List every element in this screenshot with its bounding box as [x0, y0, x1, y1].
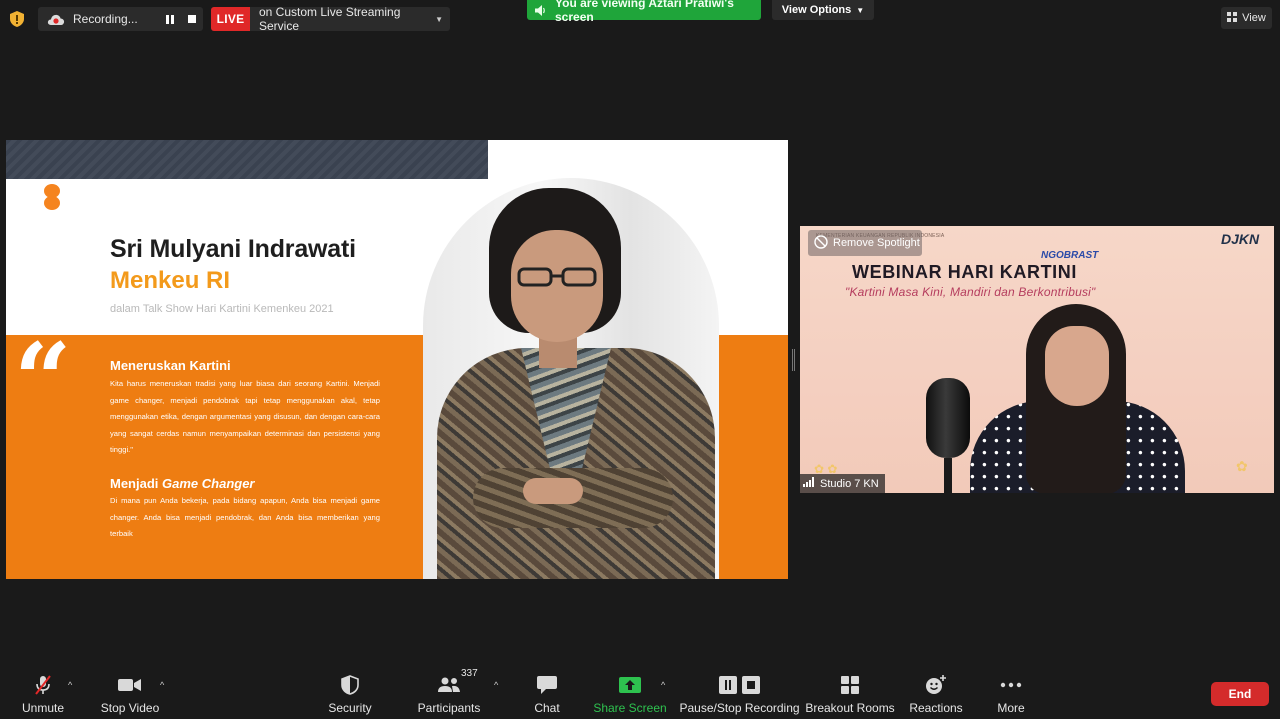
live-stream-indicator[interactable]: LIVE on Custom Live Streaming Service ▼ — [211, 7, 450, 31]
reactions-label: Reactions — [909, 701, 963, 715]
speaker-portrait — [423, 178, 719, 579]
viewing-screen-text: You are viewing Aztari Pratiwi's screen — [555, 0, 734, 24]
participant-name: Studio 7 KN — [820, 477, 879, 490]
participants-button[interactable]: 337 Participants — [416, 668, 482, 716]
breakout-rooms-icon — [841, 672, 859, 698]
view-options-button[interactable]: View Options ▼ — [772, 0, 874, 20]
speaker-role: Menkeu RI — [110, 267, 231, 294]
participants-options-caret[interactable]: ^ — [494, 680, 498, 690]
unmute-label: Unmute — [21, 701, 65, 715]
chevron-down-icon: ▼ — [856, 5, 865, 15]
remove-spotlight-button[interactable]: Remove Spotlight — [808, 230, 922, 256]
section-text-game-changer: Di mana pun Anda bekerja, pada bidang ap… — [110, 496, 380, 538]
slide-header-strip — [6, 140, 488, 179]
webinar-subtitle: "Kartini Masa Kini, Mandiri dan Berkontr… — [845, 285, 1096, 299]
muted-microphone-icon — [33, 672, 53, 698]
more-label: More — [997, 701, 1025, 715]
breakout-rooms-button[interactable]: Breakout Rooms — [805, 672, 895, 716]
recording-indicator: Recording... — [38, 7, 203, 31]
decorative-flower-icon: ✿ — [1236, 458, 1248, 474]
participant-name-tag: Studio 7 KN — [800, 474, 885, 493]
grid-view-icon — [1227, 11, 1238, 25]
quote-mark-icon: “ — [14, 321, 72, 439]
share-screen-button[interactable]: Share Screen — [593, 672, 667, 716]
stop-video-button[interactable]: Stop Video — [98, 672, 162, 716]
live-service-label: on Custom Live Streaming Service — [259, 7, 401, 31]
stop-recording-button[interactable] — [181, 9, 203, 29]
shield-icon — [341, 672, 359, 698]
live-badge: LIVE — [211, 7, 250, 31]
audio-options-caret[interactable]: ^ — [68, 680, 72, 690]
webinar-title: WEBINAR HARI KARTINI — [852, 262, 1077, 282]
pause-stop-recording-button[interactable]: Pause/Stop Recording — [679, 672, 800, 716]
encryption-shield-icon[interactable] — [6, 8, 28, 30]
participants-icon: 337 — [437, 668, 478, 698]
shared-screen-slide: Sri Mulyani Indrawati Menkeu RI dalam Ta… — [6, 140, 788, 579]
section-title-game-changer: Menjadi Game Changer — [110, 476, 255, 491]
section-text-kartini: Kita harus meneruskan tradisi yang luar … — [110, 379, 380, 454]
share-screen-label: Share Screen — [593, 701, 667, 715]
participants-label: Participants — [417, 701, 481, 715]
event-context: dalam Talk Show Hari Kartini Kemenkeu 20… — [110, 303, 334, 315]
host-face — [1045, 326, 1109, 406]
security-button[interactable]: Security — [325, 672, 375, 716]
chat-label: Chat — [534, 701, 560, 715]
section-title-emphasis: Game Changer — [162, 476, 255, 491]
view-options-label: View Options — [781, 4, 852, 16]
live-stream-service[interactable]: on Custom Live Streaming Service ▼ — [250, 7, 450, 31]
video-camera-icon — [118, 672, 142, 698]
more-button[interactable]: More — [991, 672, 1031, 716]
pause-recording-button[interactable] — [159, 9, 181, 29]
view-button[interactable]: View — [1221, 7, 1272, 29]
unmute-button[interactable]: Unmute — [18, 672, 68, 716]
smiley-icon — [925, 672, 947, 698]
section-title-prefix: Menjadi — [110, 476, 163, 491]
section-title-kartini: Meneruskan Kartini — [110, 358, 231, 373]
decorative-dots-icon — [44, 184, 60, 210]
speaker-name: Sri Mulyani Indrawati — [110, 235, 356, 263]
share-screen-icon — [619, 672, 641, 698]
end-meeting-button[interactable]: End — [1211, 682, 1269, 706]
chat-button[interactable]: Chat — [525, 672, 569, 716]
recording-label: Recording... — [73, 12, 138, 26]
ngobrast-label: NGOBRAST — [1041, 250, 1099, 261]
cloud-recording-icon — [47, 12, 65, 26]
security-label: Security — [328, 701, 372, 715]
pause-stop-recording-label: Pause/Stop Recording — [679, 701, 800, 715]
chat-bubble-icon — [537, 672, 557, 698]
breakout-rooms-label: Breakout Rooms — [805, 701, 895, 715]
microphone-icon — [926, 378, 972, 493]
remove-spotlight-label: Remove Spotlight — [833, 237, 920, 249]
more-dots-icon — [1000, 672, 1022, 698]
view-label: View — [1242, 12, 1266, 24]
panel-resize-handle[interactable] — [792, 349, 795, 371]
pause-stop-recording-icon — [718, 672, 762, 698]
spotlight-video-tile[interactable]: KEMENTERIAN KEUANGAN REPUBLIK INDONESIA … — [800, 226, 1274, 493]
participants-count: 337 — [461, 668, 478, 679]
speaker-icon — [535, 4, 547, 16]
reactions-button[interactable]: Reactions — [909, 672, 963, 716]
viewing-screen-banner: You are viewing Aztari Pratiwi's screen — [527, 0, 761, 24]
signal-strength-icon — [803, 477, 815, 490]
share-options-caret[interactable]: ^ — [661, 680, 665, 690]
djkn-logo: DJKN — [1221, 231, 1260, 247]
chevron-down-icon: ▼ — [435, 14, 443, 24]
stop-video-label: Stop Video — [100, 701, 160, 715]
video-options-caret[interactable]: ^ — [160, 680, 164, 690]
spotlight-icon — [814, 234, 828, 252]
